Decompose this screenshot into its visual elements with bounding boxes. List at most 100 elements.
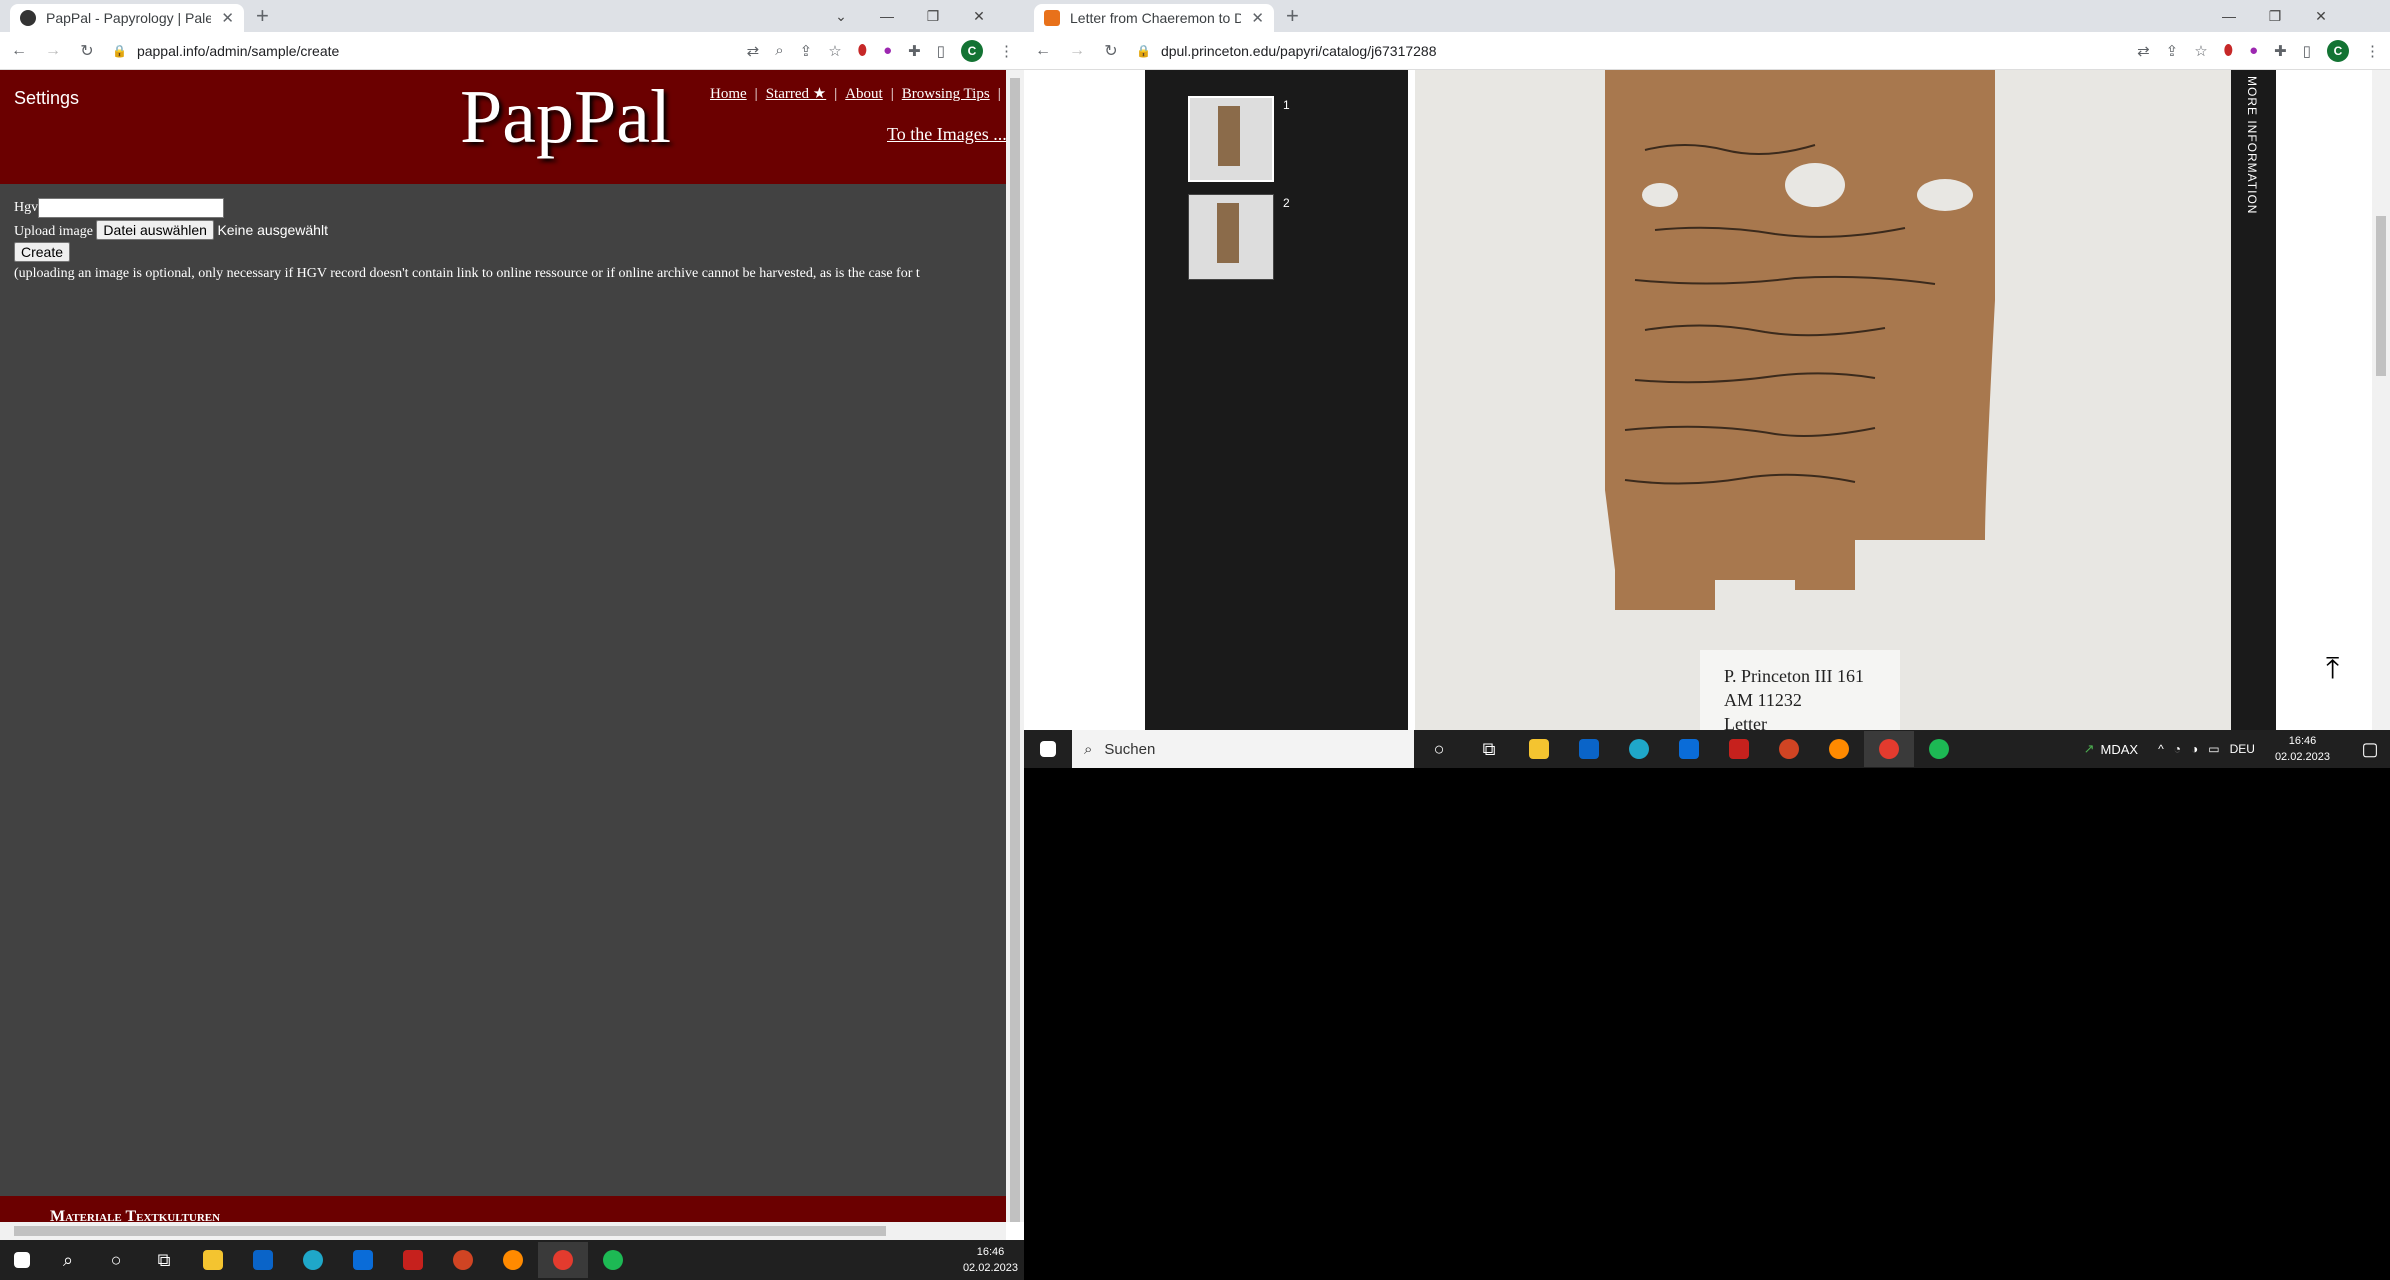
- reload-icon[interactable]: ↻: [78, 41, 96, 61]
- powerpoint-icon[interactable]: [438, 1242, 488, 1278]
- nav-browsing-tips-link[interactable]: Browsing Tips: [902, 86, 990, 102]
- menu-dots-icon[interactable]: ⋮: [2365, 42, 2380, 60]
- close-tab-icon[interactable]: ✕: [1251, 9, 1264, 27]
- restore-icon[interactable]: ❐: [2252, 8, 2298, 25]
- edge-icon[interactable]: [288, 1242, 338, 1278]
- task-view-icon[interactable]: ⧉: [1464, 731, 1514, 767]
- volume-icon[interactable]: ◑: [2191, 742, 2198, 756]
- acrobat-icon[interactable]: [1714, 731, 1764, 767]
- menu-dots-icon[interactable]: ⋮: [999, 42, 1014, 60]
- edge-icon[interactable]: [1614, 731, 1664, 767]
- extension-purple-icon[interactable]: ●: [2249, 42, 2258, 59]
- nav-about-link[interactable]: About: [845, 86, 883, 102]
- thumbnail-page-1[interactable]: [1188, 96, 1274, 182]
- chrome-icon[interactable]: [538, 1242, 588, 1278]
- bookmark-star-icon[interactable]: ☆: [828, 42, 841, 60]
- hgv-input[interactable]: [38, 198, 225, 218]
- taskbar-clock[interactable]: 16:46 02.02.2023: [2275, 733, 2330, 765]
- profile-avatar[interactable]: C: [961, 39, 983, 62]
- nav-home-link[interactable]: Home: [710, 86, 747, 102]
- firefox-icon[interactable]: [488, 1242, 538, 1278]
- mail-icon[interactable]: [338, 1242, 388, 1278]
- left-tab-pappal[interactable]: PapPal - Papyrology | Paleograph ✕: [10, 4, 244, 32]
- close-tab-icon[interactable]: ✕: [221, 9, 234, 27]
- thumbnail-page-2[interactable]: [1188, 194, 1274, 280]
- extension-red-icon[interactable]: ⬮: [858, 42, 867, 59]
- minimize-icon[interactable]: —: [2206, 8, 2252, 24]
- back-icon[interactable]: ←: [10, 42, 28, 60]
- image-viewer[interactable]: P. Princeton III 161 AM 11232 Letter: [1415, 70, 2231, 730]
- firefox-icon[interactable]: [1814, 731, 1864, 767]
- chrome-icon[interactable]: [1864, 731, 1914, 767]
- back-icon[interactable]: ←: [1034, 42, 1052, 60]
- file-explorer-icon[interactable]: [188, 1242, 238, 1278]
- create-button[interactable]: Create: [14, 242, 71, 262]
- new-tab-button[interactable]: +: [256, 3, 269, 29]
- translate-icon[interactable]: ⇄: [747, 42, 760, 60]
- share-icon[interactable]: ⇪: [800, 42, 813, 60]
- more-information-tab[interactable]: MORE INFORMATION: [2231, 70, 2276, 730]
- tab-search-icon[interactable]: ⌄: [818, 8, 864, 25]
- new-tab-button[interactable]: +: [1286, 3, 1299, 29]
- forward-icon[interactable]: →: [44, 42, 62, 60]
- right-scroll-thumb[interactable]: [2376, 216, 2386, 376]
- share-icon[interactable]: ⇪: [2166, 42, 2179, 60]
- taskbar-search-box[interactable]: ⌕ Suchen: [1072, 730, 1414, 768]
- pappal-header: Settings PapPal Home | Starred ★ | About | Bro…: [0, 70, 1024, 184]
- side-panel-icon[interactable]: ▯: [937, 42, 945, 60]
- vertical-scroll-thumb[interactable]: [1010, 78, 1020, 1222]
- powerpoint-icon[interactable]: [1764, 731, 1814, 767]
- notification-icon[interactable]: ▢: [2350, 731, 2390, 767]
- right-url-field[interactable]: 🔒 dpul.princeton.edu/papyri/catalog/j673…: [1136, 43, 2121, 59]
- cortana-icon[interactable]: ○: [92, 1242, 140, 1278]
- side-panel-icon[interactable]: ▯: [2303, 42, 2311, 60]
- zoom-icon[interactable]: ⌕: [775, 42, 783, 59]
- extensions-puzzle-icon[interactable]: ✚: [908, 42, 921, 60]
- profile-avatar[interactable]: C: [2327, 39, 2349, 62]
- pappal-logo[interactable]: PapPal: [460, 74, 671, 161]
- right-vertical-scrollbar[interactable]: [2372, 70, 2390, 730]
- right-tab-princeton[interactable]: Letter from Chaeremon to Dius - ✕: [1034, 4, 1274, 32]
- store-icon[interactable]: [238, 1242, 288, 1278]
- choose-file-button[interactable]: Datei auswählen: [96, 220, 214, 240]
- restore-icon[interactable]: ❐: [910, 8, 956, 25]
- task-view-icon[interactable]: ⧉: [140, 1242, 188, 1278]
- extension-purple-icon[interactable]: ●: [883, 42, 892, 59]
- mail-icon[interactable]: [1664, 731, 1714, 767]
- close-window-icon[interactable]: ✕: [956, 8, 1002, 25]
- bookmark-star-icon[interactable]: ☆: [2194, 42, 2207, 60]
- scroll-to-top-icon[interactable]: ⤒: [2326, 652, 2339, 686]
- left-url-field[interactable]: 🔒 pappal.info/admin/sample/create: [112, 43, 731, 59]
- store-icon[interactable]: [1564, 731, 1614, 767]
- translate-icon[interactable]: ⇄: [2137, 42, 2150, 60]
- windows-start-icon[interactable]: [0, 1242, 44, 1278]
- cortana-icon[interactable]: ○: [1414, 731, 1464, 767]
- forward-icon[interactable]: →: [1068, 42, 1086, 60]
- acrobat-icon[interactable]: [388, 1242, 438, 1278]
- language-indicator[interactable]: DEU: [2230, 742, 2255, 756]
- network-icon[interactable]: ◔: [2174, 742, 2181, 756]
- windows-start-icon[interactable]: [1024, 731, 1072, 767]
- reload-icon[interactable]: ↻: [1102, 41, 1120, 61]
- minimize-icon[interactable]: —: [864, 8, 910, 24]
- spotify-icon[interactable]: [588, 1242, 638, 1278]
- stock-name: MDAX: [2100, 741, 2139, 757]
- nav-starred-link[interactable]: Starred ★: [766, 86, 827, 102]
- taskbar-clock[interactable]: 16:46 02.02.2023: [963, 1244, 1018, 1276]
- close-window-icon[interactable]: ✕: [2298, 8, 2344, 25]
- file-explorer-icon[interactable]: [1514, 731, 1564, 767]
- battery-icon[interactable]: ▭: [2208, 742, 2219, 756]
- papyrus-thumb-image: [1217, 203, 1239, 263]
- tray-chevron-icon[interactable]: ^: [2158, 742, 2164, 756]
- spotify-icon[interactable]: [1914, 731, 1964, 767]
- settings-link[interactable]: Settings: [14, 88, 79, 109]
- stock-widget[interactable]: ↗ MDAX: [2084, 741, 2138, 757]
- vertical-scrollbar[interactable]: [1006, 70, 1024, 1222]
- horizontal-scroll-thumb[interactable]: [14, 1226, 886, 1236]
- search-icon[interactable]: ⌕: [44, 1242, 92, 1278]
- horizontal-scrollbar[interactable]: [0, 1222, 1006, 1240]
- extension-red-icon[interactable]: ⬮: [2224, 42, 2233, 59]
- to-images-link[interactable]: To the Images ...: [887, 124, 1007, 145]
- extensions-puzzle-icon[interactable]: ✚: [2274, 42, 2287, 60]
- papyrus-thumb-image: [1218, 106, 1240, 166]
